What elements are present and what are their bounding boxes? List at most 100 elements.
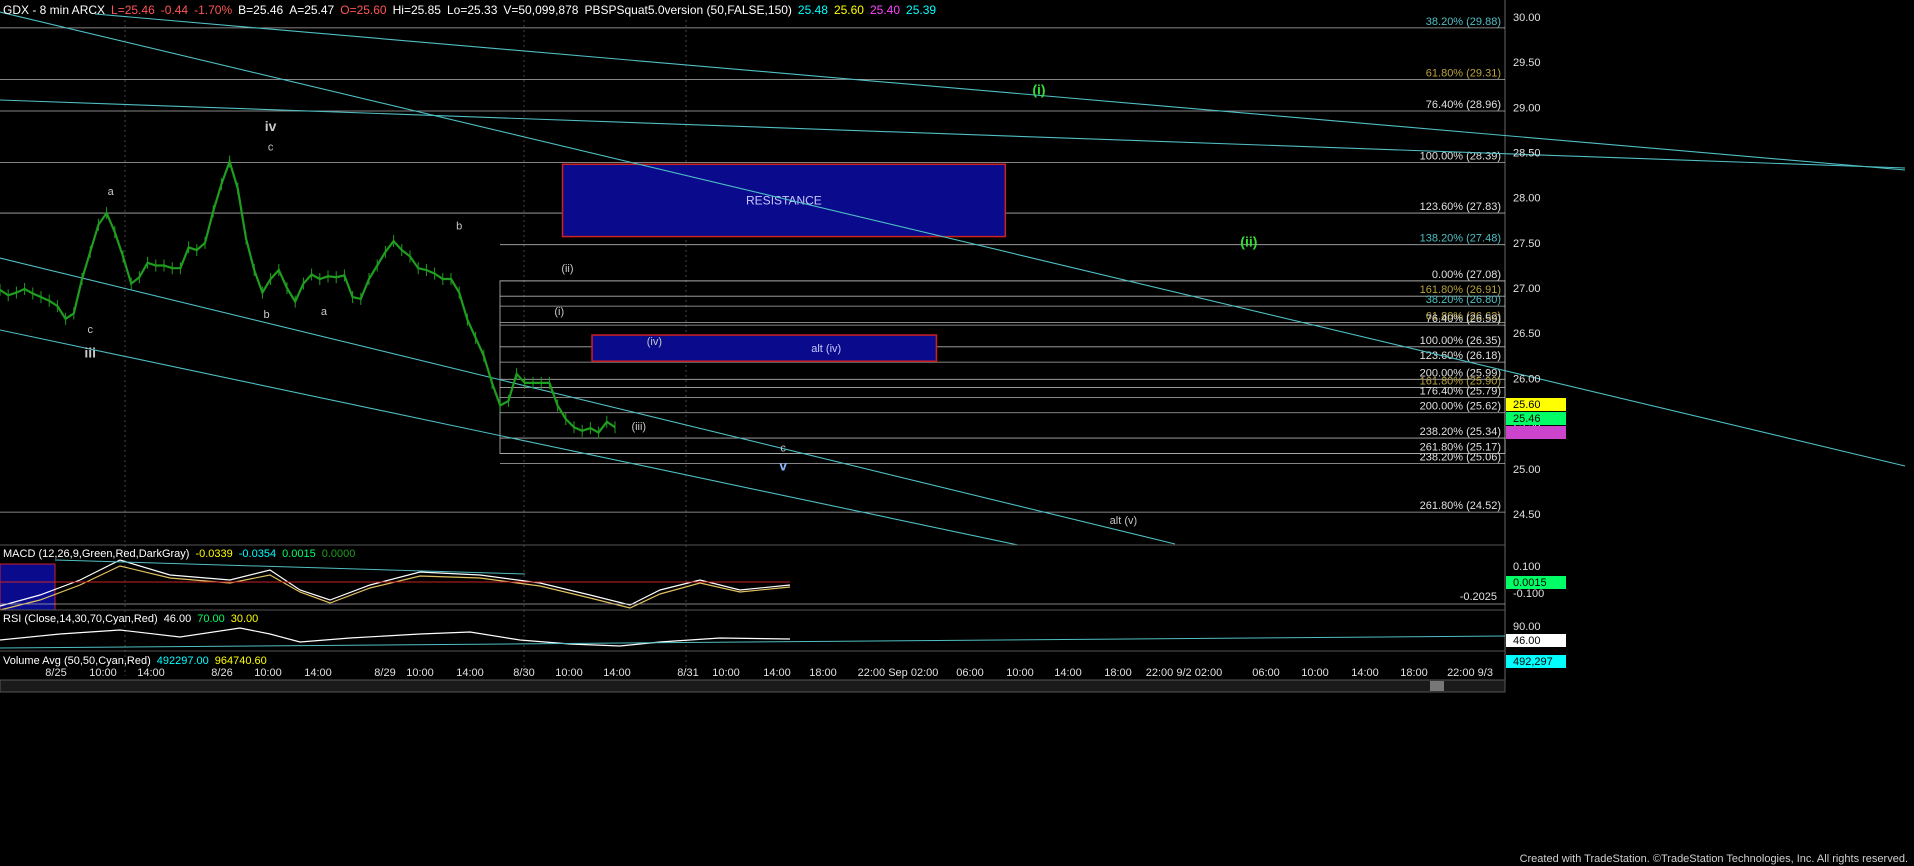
wave-label: alt (v) [1110, 515, 1138, 527]
volume-tag-value: 492,297 [1513, 656, 1553, 668]
fib-label: 76.40% (28.96) [1426, 99, 1501, 111]
rsi-value: 70.00 [197, 613, 225, 625]
x-tick-label: 18:00 [809, 667, 837, 679]
wave-label: iv [265, 118, 277, 134]
macd-title-text: MACD (12,26,9,Green,Red,DarkGray) [3, 548, 189, 560]
scrollbar-thumb [1430, 681, 1444, 691]
x-tick-label: 8/30 [513, 667, 534, 679]
wave-label: c [268, 142, 274, 154]
y-tick-label: 24.50 [1513, 509, 1541, 521]
x-tick-label: 10:00 [712, 667, 740, 679]
y-tick-label: 28.50 [1513, 148, 1541, 160]
volume-value: 964740.60 [215, 655, 267, 667]
wave-label: (iv) [647, 336, 662, 348]
alt-iv-label: alt (iv) [811, 343, 841, 355]
x-tick-label: 18:00 [1104, 667, 1132, 679]
header-part: -0.44 [161, 3, 189, 17]
macd-value: 0.0000 [322, 548, 356, 560]
macd-axis-top: 0.100 [1513, 561, 1541, 573]
wave-label: a [321, 306, 328, 318]
y-tick-label: 29.50 [1513, 57, 1541, 69]
fib-label: 176.40% (25.79) [1420, 385, 1501, 397]
header-part: A=25.47 [289, 3, 334, 17]
x-tick-label: 8/31 [677, 667, 698, 679]
alt-iv-box [591, 334, 938, 362]
wave-label: b [456, 220, 462, 232]
x-tick-label: 14:00 [1054, 667, 1082, 679]
header-part: GDX - 8 min ARCX [3, 3, 105, 17]
x-tick-label: 14:00 [304, 667, 332, 679]
volume-title-text: Volume Avg (50,50,Cyan,Red) [3, 655, 151, 667]
wave-label: (i) [554, 306, 564, 318]
rsi-value: 46.00 [164, 613, 192, 625]
header-part: L=25.46 [111, 3, 155, 17]
x-tick-label: 8/26 [211, 667, 232, 679]
header-part: -1.70% [194, 3, 232, 17]
x-tick-label: 10:00 [1006, 667, 1034, 679]
header-part: V=50,099,878 [503, 3, 578, 17]
rsi-tag-value: 46.00 [1513, 635, 1541, 647]
scrollbar-track [0, 679, 1506, 693]
fib-label: 61.80% (29.31) [1426, 67, 1501, 79]
x-tick-label: 06:00 [1252, 667, 1280, 679]
y-tick-label: 26.50 [1513, 328, 1541, 340]
fib-label: 261.80% (24.52) [1420, 500, 1501, 512]
header-part: Hi=25.85 [393, 3, 442, 17]
fib-label: 100.00% (26.35) [1420, 335, 1501, 347]
y-tick-label: 28.00 [1513, 193, 1541, 205]
macd-extra-label: -0.2025 [1460, 591, 1497, 603]
rsi-title-text: RSI (Close,14,30,70,Cyan,Red) [3, 613, 158, 625]
x-tick-label: 14:00 [456, 667, 484, 679]
wave-label: a [108, 186, 115, 198]
y-tick-label: 27.50 [1513, 238, 1541, 250]
y-tick-label: 26.00 [1513, 373, 1541, 385]
y-tick-label: 29.00 [1513, 102, 1541, 114]
fib-label: 38.20% (26.80) [1426, 294, 1501, 306]
macd-axis-bottom: -0.100 [1513, 588, 1544, 600]
fib-label: 0.00% (27.08) [1432, 269, 1501, 281]
x-tick-label: 10:00 [555, 667, 583, 679]
x-tick-label: 18:00 [1400, 667, 1428, 679]
fib-label: 76.40% (26.59) [1426, 313, 1501, 325]
header-part: B=25.46 [238, 3, 283, 17]
header-part: PBSPSquat5.0version (50,FALSE,150) [584, 3, 791, 17]
x-tick-label: 06:00 [956, 667, 984, 679]
wave-label: c [780, 443, 786, 455]
fib-label: 138.20% (27.48) [1420, 233, 1501, 245]
y-tick-label: 25.00 [1513, 464, 1541, 476]
gdx-chart: 38.20% (29.88) 61.80% (29.31) 76.40% (28.9… [0, 0, 1914, 866]
fib-label: 238.20% (25.34) [1420, 426, 1501, 438]
x-tick-label: 14:00 [137, 667, 165, 679]
wave-label: (ii) [561, 263, 573, 275]
volume-title: Volume Avg (50,50,Cyan,Red) 492297.00 9647… [3, 655, 267, 667]
header-part: Lo=25.33 [447, 3, 498, 17]
volume-value: 492297.00 [157, 655, 209, 667]
header-part: 25.60 [834, 3, 864, 17]
x-tick-label: 8/29 [374, 667, 395, 679]
footer-credit: Created with TradeStation. ©TradeStation… [1520, 853, 1908, 865]
x-tick-label: 14:00 [763, 667, 791, 679]
x-tick-label: 8/25 [45, 667, 66, 679]
chart-background [0, 0, 1914, 866]
x-tick-label: 14:00 [603, 667, 631, 679]
price-tag-value: 25.46 [1513, 413, 1541, 425]
x-tick-label: 10:00 [406, 667, 434, 679]
x-tick-label: 22:00 9/3 [1447, 667, 1493, 679]
rsi-value: 30.00 [231, 613, 259, 625]
wave-label: c [87, 324, 93, 336]
x-tick-label: 10:00 [89, 667, 117, 679]
x-tick-label: 22:00 Sep 02:00 [858, 667, 939, 679]
header-part: 25.39 [906, 3, 936, 17]
macd-value: -0.0339 [195, 548, 232, 560]
fib-label: 200.00% (25.62) [1420, 401, 1501, 413]
header-part: 25.48 [798, 3, 828, 17]
x-tick-label: 10:00 [254, 667, 282, 679]
x-tick-label: 14:00 [1351, 667, 1379, 679]
price-tag-value: 25.60 [1513, 399, 1541, 411]
wave-label: (ii) [1240, 234, 1257, 250]
y-tick-label: 27.00 [1513, 283, 1541, 295]
macd-title: MACD (12,26,9,Green,Red,DarkGray) -0.0339… [3, 548, 355, 560]
rsi-title: RSI (Close,14,30,70,Cyan,Red) 46.00 70.00 3… [3, 613, 258, 625]
wave-label: v [779, 458, 787, 474]
wave-label: (i) [1032, 82, 1045, 98]
